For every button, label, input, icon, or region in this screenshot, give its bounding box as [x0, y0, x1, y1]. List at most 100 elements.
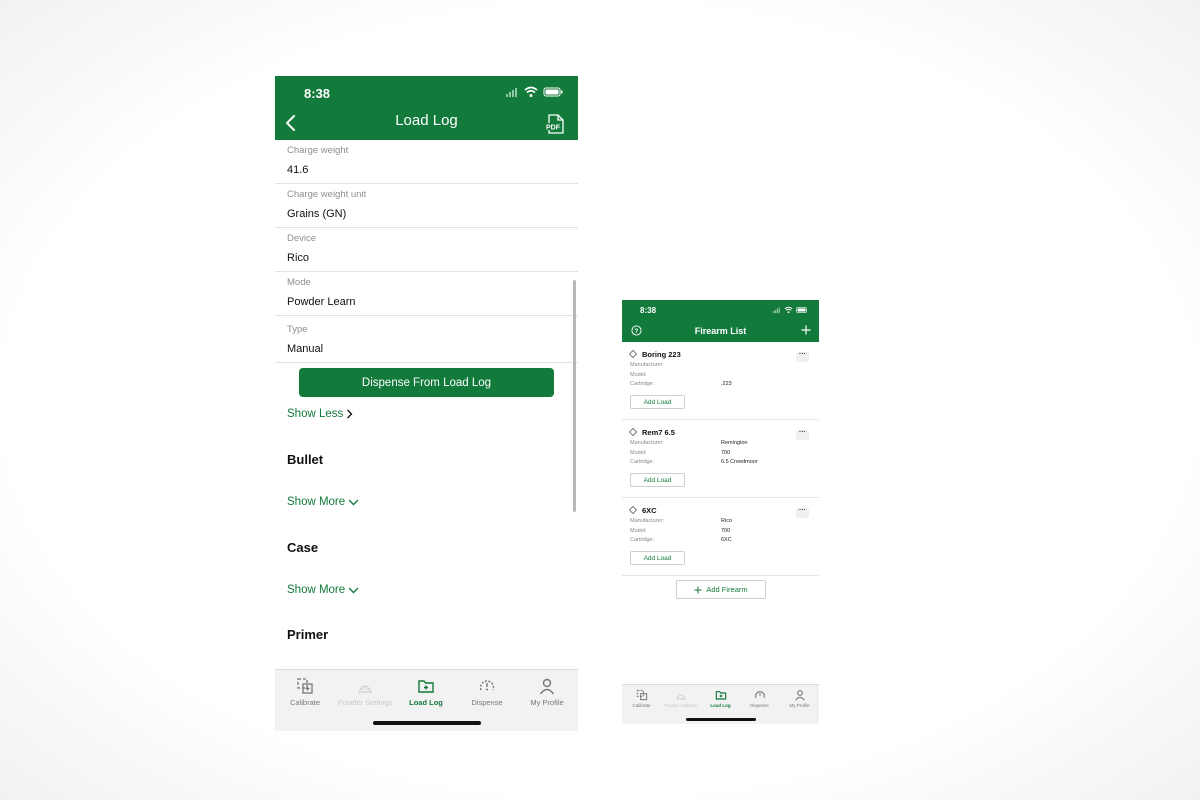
- tab-dispense[interactable]: Dispense: [740, 689, 779, 708]
- field-device[interactable]: Device Rico: [275, 228, 578, 272]
- row-value: 700: [721, 450, 731, 456]
- section-title-case: Case: [287, 540, 319, 555]
- profile-icon: [794, 690, 805, 701]
- tab-label: Load Log: [710, 703, 731, 708]
- field-value: Rico: [287, 252, 310, 264]
- field-label: Charge weight: [287, 145, 349, 156]
- row-label: Cartridge:: [630, 459, 655, 465]
- more-options-button[interactable]: ···: [796, 507, 809, 518]
- home-indicator: [373, 721, 481, 725]
- tab-label: Calibrate: [632, 703, 651, 708]
- tab-label: Calibrate: [289, 698, 320, 707]
- dispense-icon: [479, 680, 495, 691]
- more-options-button[interactable]: ···: [796, 351, 809, 362]
- field-value: 41.6: [287, 164, 309, 176]
- row-label: Model:: [630, 372, 647, 378]
- tab-calibrate[interactable]: Calibrate: [275, 677, 335, 707]
- firearm-card: Rem7 6.5 ··· Manufacturer: Remington Mod…: [622, 420, 819, 498]
- home-indicator: [686, 718, 756, 721]
- field-value: Grains (GN): [287, 208, 347, 220]
- field-label: Mode: [287, 277, 311, 288]
- tab-calibrate[interactable]: Calibrate: [622, 689, 661, 708]
- svg-text:PDF: PDF: [546, 125, 561, 132]
- tab-label: Powder Settings: [664, 703, 697, 708]
- row-label: Cartridge:: [630, 381, 655, 387]
- show-more-bullet-link[interactable]: Show More: [287, 496, 359, 508]
- show-less-label: Show Less: [287, 408, 344, 420]
- firearm-name: 6XC: [642, 506, 657, 515]
- load-log-icon: [418, 680, 434, 693]
- show-more-label: Show More: [287, 496, 346, 508]
- firearm-list-screen: 8:38 ? Firearm List Boring 223 ··· Manuf…: [622, 300, 819, 724]
- chevron-down-icon: [348, 499, 359, 505]
- field-mode[interactable]: Mode Powder Learn: [275, 272, 578, 316]
- page-title: Firearm List: [694, 326, 747, 336]
- chevron-right-icon: [347, 409, 353, 419]
- status-icons: [773, 306, 807, 314]
- section-title-primer: Primer: [287, 627, 329, 642]
- page-title: Load Log: [395, 112, 458, 129]
- tab-load-log[interactable]: Load Log: [396, 677, 456, 707]
- more-options-button[interactable]: ···: [796, 429, 809, 440]
- row-label: Manufacturer:: [630, 518, 664, 524]
- row-value: 700: [721, 528, 731, 534]
- powder-settings-icon: [358, 685, 372, 693]
- plus-icon: [694, 586, 702, 593]
- row-label: Cartridge:: [630, 537, 655, 543]
- app-header: 8:38 ? Firearm List: [622, 300, 819, 342]
- plus-icon[interactable]: [801, 325, 811, 335]
- show-less-link[interactable]: Show Less: [287, 408, 353, 420]
- tab-load-log[interactable]: Load Log: [701, 689, 740, 708]
- row-value: Remington: [721, 440, 748, 446]
- tab-my-profile[interactable]: My Profile: [780, 689, 819, 708]
- dispense-icon: [754, 691, 765, 698]
- show-more-label: Show More: [287, 584, 346, 596]
- tab-label: Load Log: [409, 698, 443, 707]
- row-value: Rico: [721, 518, 733, 524]
- row-label: Model:: [630, 528, 647, 534]
- add-firearm-button[interactable]: Add Firearm: [676, 580, 766, 599]
- add-load-button[interactable]: Add Load: [630, 551, 685, 565]
- field-type[interactable]: Type Manual: [275, 316, 578, 363]
- field-label: Type: [287, 324, 308, 335]
- row-label: Manufacturer:: [630, 362, 664, 368]
- row-value: 6.5 Creedmoor: [721, 459, 758, 465]
- row-label: Manufacturer:: [630, 440, 664, 446]
- tab-label: Dispense: [750, 703, 769, 708]
- app-header: 8:38 Load Log PDF: [275, 76, 578, 140]
- firearm-diamond-icon: [628, 505, 638, 515]
- field-label: Device: [287, 233, 317, 244]
- tab-label: My Profile: [789, 703, 810, 708]
- add-load-button[interactable]: Add Load: [630, 395, 685, 409]
- firearm-diamond-icon: [628, 349, 638, 359]
- field-charge-weight-unit[interactable]: Charge weight unit Grains (GN): [275, 184, 578, 228]
- tab-label: Dispense: [471, 698, 503, 707]
- row-label: Model:: [630, 450, 647, 456]
- field-charge-weight[interactable]: Charge weight 41.6: [275, 140, 578, 184]
- firearm-card: 6XC ··· Manufacturer: Rico Model: 700 Ca…: [622, 498, 819, 576]
- tab-label: My Profile: [530, 698, 564, 707]
- dispense-from-load-log-button[interactable]: Dispense From Load Log: [299, 368, 554, 397]
- tab-powder-settings[interactable]: Powder Settings: [335, 677, 395, 707]
- firearm-card: Boring 223 ··· Manufacturer: Model: Cart…: [622, 342, 819, 420]
- scrollbar[interactable]: [573, 280, 576, 512]
- firearm-name: Rem7 6.5: [642, 428, 675, 437]
- firearm-diamond-icon: [628, 427, 638, 437]
- chevron-down-icon: [348, 587, 359, 593]
- status-time: 8:38: [640, 306, 657, 315]
- field-value: Powder Learn: [287, 296, 356, 308]
- show-more-case-link[interactable]: Show More: [287, 584, 359, 596]
- section-title-bullet: Bullet: [287, 452, 324, 467]
- tab-powder-settings[interactable]: Powder Settings: [661, 689, 700, 708]
- field-label: Charge weight unit: [287, 189, 367, 200]
- firearm-name: Boring 223: [642, 350, 681, 359]
- tab-my-profile[interactable]: My Profile: [517, 677, 577, 707]
- pdf-icon[interactable]: PDF: [544, 113, 566, 135]
- load-log-icon: [715, 691, 726, 700]
- row-value: 6XC: [721, 537, 732, 543]
- calibrate-icon: [636, 689, 647, 701]
- add-load-button[interactable]: Add Load: [630, 473, 685, 487]
- tab-dispense[interactable]: Dispense: [457, 677, 517, 707]
- status-time: 8:38: [304, 86, 331, 101]
- tab-label: Powder Settings: [337, 698, 393, 707]
